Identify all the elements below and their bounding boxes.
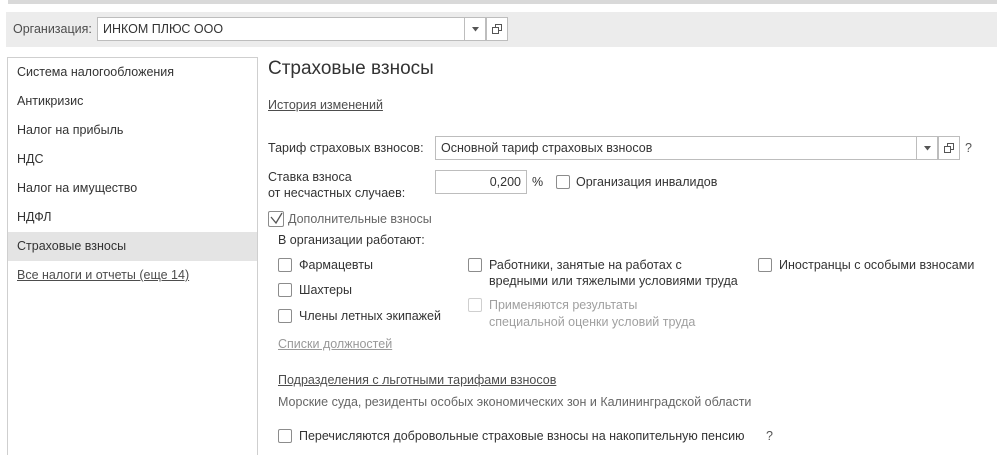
voluntary-contributions-label: Перечисляются добровольные страховые взн… <box>299 429 745 443</box>
organization-open-button[interactable] <box>486 17 508 41</box>
assessment-results-checkbox[interactable] <box>468 298 482 312</box>
voluntary-contributions-checkbox[interactable] <box>278 429 292 443</box>
hazardous-work-label-line1: Работники, занятые на работах с <box>489 258 682 272</box>
organization-dropdown-button[interactable] <box>464 17 486 41</box>
rate-input[interactable]: 0,200 <box>435 170 527 194</box>
sidebar-item-tax-system[interactable]: Система налогообложения <box>8 58 257 87</box>
sidebar-item-profit-tax[interactable]: Налог на прибыль <box>8 116 257 145</box>
sidebar-item-label: Налог на прибыль <box>17 123 124 137</box>
miners-label: Шахтеры <box>299 283 352 297</box>
assessment-results-label-line1: Применяются результаты <box>489 298 638 312</box>
additional-contributions-label: Дополнительные взносы <box>288 212 432 226</box>
hazardous-work-label-line2: вредными или тяжелыми условиями труда <box>489 274 738 288</box>
tariff-help-icon[interactable]: ? <box>965 141 972 155</box>
divisions-link[interactable]: Подразделения с льготными тарифами взнос… <box>278 373 556 387</box>
sidebar-item-label: Система налогообложения <box>17 65 175 79</box>
voluntary-help-icon[interactable]: ? <box>766 429 773 443</box>
foreigners-label: Иностранцы с особыми взносами <box>779 258 975 272</box>
open-window-icon <box>492 24 502 34</box>
triangle-down-icon <box>471 26 479 31</box>
pharmacists-checkbox[interactable] <box>278 258 292 272</box>
miners-checkbox[interactable] <box>278 283 292 297</box>
sidebar-item-label: НДС <box>17 152 44 166</box>
additional-contributions-checkbox[interactable] <box>268 211 284 227</box>
tariff-field[interactable]: Основной тариф страховых взносов <box>435 136 917 160</box>
sidebar-item-anticrisis[interactable]: Антикризис <box>8 87 257 116</box>
works-label: В организации работают: <box>278 233 425 247</box>
sidebar-item-label: Налог на имущество <box>17 181 138 195</box>
positions-list-link[interactable]: Списки должностей <box>278 337 392 351</box>
sidebar-item-property-tax[interactable]: Налог на имущество <box>8 174 257 203</box>
sidebar-more-link[interactable]: Все налоги и отчеты (еще 14) <box>8 261 257 290</box>
sidebar-item-vat[interactable]: НДС <box>8 145 257 174</box>
checkmark-icon <box>270 212 283 225</box>
sidebar-item-label: Антикризис <box>17 94 84 108</box>
pharmacists-label: Фармацевты <box>299 258 373 272</box>
hazardous-work-checkbox[interactable] <box>468 258 482 272</box>
sidebar-item-label: НДФЛ <box>17 210 52 224</box>
assessment-results-label-line2: специальной оценки условий труда <box>489 315 696 329</box>
divisions-description: Морские суда, резиденты особых экономиче… <box>278 395 752 409</box>
page-title: Страховые взносы <box>268 58 434 79</box>
flight-crew-checkbox[interactable] <box>278 309 292 323</box>
disabled-org-checkbox[interactable] <box>556 175 570 189</box>
rate-unit: % <box>532 175 544 189</box>
tariff-open-button[interactable] <box>938 136 960 160</box>
history-link[interactable]: История изменений <box>268 98 383 112</box>
open-window-icon <box>944 143 954 153</box>
sidebar-item-ndfl[interactable]: НДФЛ <box>8 203 257 232</box>
tariff-dropdown-button[interactable] <box>916 136 938 160</box>
organization-field[interactable]: ИНКОМ ПЛЮС ООО <box>97 17 465 41</box>
disabled-org-label: Организация инвалидов <box>576 175 718 189</box>
triangle-down-icon <box>923 145 931 150</box>
tax-sections-sidebar: Система налогообложения Антикризис Налог… <box>7 57 258 455</box>
rate-label-line1: Ставка взноса <box>268 170 352 184</box>
top-divider <box>8 0 997 4</box>
rate-label-line2: от несчастных случаев: <box>268 186 406 200</box>
organization-label: Организация: <box>13 22 92 36</box>
tariff-label: Тариф страховых взносов: <box>268 141 424 155</box>
flight-crew-label: Члены летных экипажей <box>299 309 441 323</box>
foreigners-checkbox[interactable] <box>758 258 772 272</box>
sidebar-item-insurance[interactable]: Страховые взносы <box>8 232 257 261</box>
sidebar-item-label: Страховые взносы <box>17 239 127 253</box>
